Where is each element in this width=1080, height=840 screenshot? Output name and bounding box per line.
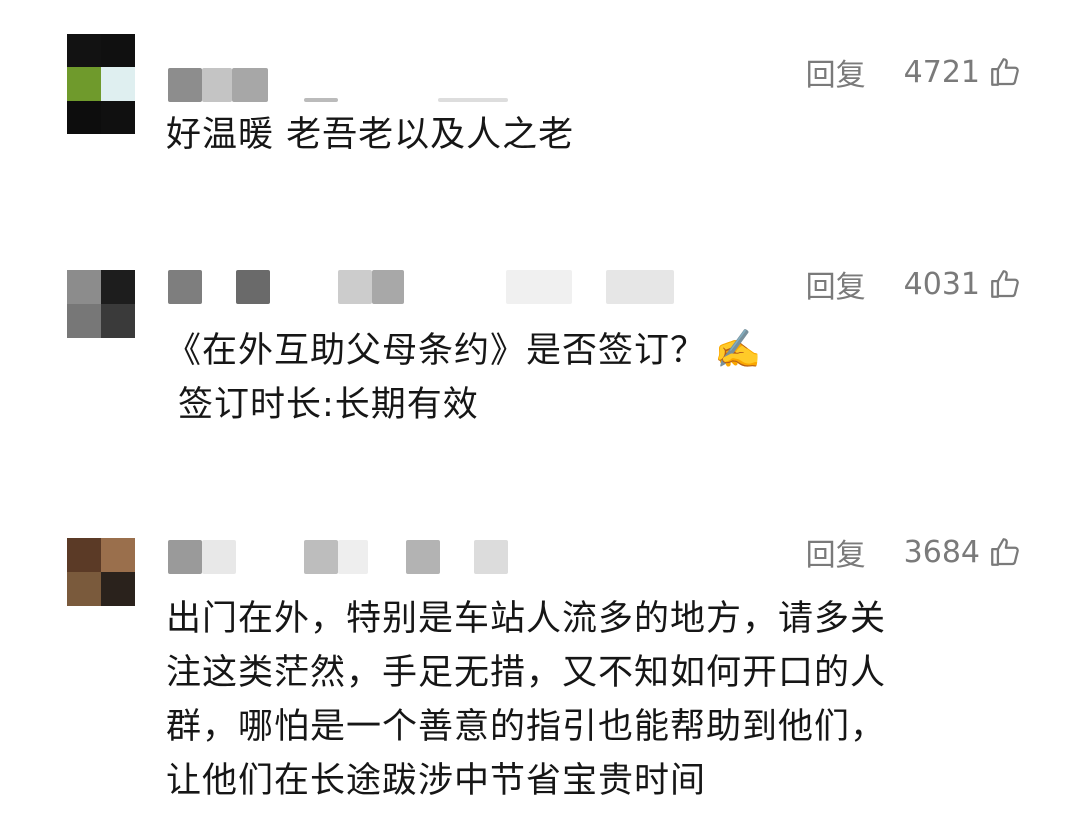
- comment-line-text: 《在外互助父母条约》是否签订？: [166, 331, 707, 371]
- like-count: 3684: [903, 534, 980, 570]
- avatar-pixel: [101, 100, 135, 134]
- avatar-pixel: [67, 34, 101, 68]
- username-blurred[interactable]: [168, 68, 508, 102]
- comment-text: 出门在外，特别是车站人流多的地方，请多关 注这类茫然，手足无措，又不知如何开口的…: [166, 592, 1006, 808]
- avatar-pixel: [101, 34, 135, 68]
- comment-actions: 回复 4031: [806, 262, 1022, 306]
- avatar-pixel: [67, 304, 101, 338]
- avatar[interactable]: [67, 538, 135, 606]
- thumbs-up-icon[interactable]: [988, 267, 1022, 301]
- comment-actions: 回复 3684: [806, 530, 1022, 574]
- avatar-pixel: [67, 270, 101, 304]
- comment-line: 好温暖 老吾老以及人之老: [166, 115, 575, 155]
- avatar-pixel: [101, 572, 135, 606]
- writing-hand-emoji: ✍️: [714, 327, 763, 371]
- comment-actions: 回复 4721: [806, 50, 1022, 94]
- comment-line: 注这类茫然，手足无措，又不知如何开口的人: [166, 653, 887, 693]
- avatar-pixel: [101, 270, 135, 304]
- comment-text: 好温暖 老吾老以及人之老: [166, 108, 1006, 162]
- avatar-pixel: [101, 538, 135, 572]
- like-count: 4031: [903, 266, 980, 302]
- comment-line: 出门在外，特别是车站人流多的地方，请多关: [166, 599, 887, 639]
- reply-button[interactable]: 回复: [806, 50, 866, 94]
- avatar-pixel: [67, 100, 101, 134]
- thumbs-up-icon[interactable]: [988, 55, 1022, 89]
- avatar-pixel: [67, 538, 101, 572]
- username-blurred[interactable]: [168, 540, 508, 574]
- comment-item: 回复 4721 好温暖 老吾老以及人之老: [0, 0, 1080, 240]
- comment-line: 群，哪怕是一个善意的指引也能帮助到他们，: [166, 707, 887, 747]
- avatar-pixel: [67, 67, 101, 101]
- avatar[interactable]: [67, 34, 135, 134]
- avatar-pixel: [101, 67, 135, 101]
- comment-line: 让他们在长途跋涉中节省宝贵时间: [166, 761, 707, 801]
- username-blurred[interactable]: [168, 270, 678, 304]
- avatar-pixel: [101, 304, 135, 338]
- comment-line: 签订时长:长期有效: [178, 385, 479, 425]
- avatar[interactable]: [67, 270, 135, 338]
- comment-item: 回复 3684 出门在外，特别是车站人流多的地方，请多关 注这类茫然，手足无措，…: [0, 510, 1080, 840]
- comment-item: 回复 4031 《在外互助父母条约》是否签订？ ✍️ 签订时长:长期有效: [0, 240, 1080, 510]
- like-count: 4721: [903, 54, 980, 90]
- reply-button[interactable]: 回复: [806, 530, 866, 574]
- avatar-pixel: [67, 572, 101, 606]
- thumbs-up-icon[interactable]: [988, 535, 1022, 569]
- comment-line: 《在外互助父母条约》是否签订？ ✍️: [166, 322, 1006, 378]
- reply-button[interactable]: 回复: [806, 262, 866, 306]
- comment-text: 《在外互助父母条约》是否签订？ ✍️ 签订时长:长期有效: [166, 322, 1006, 432]
